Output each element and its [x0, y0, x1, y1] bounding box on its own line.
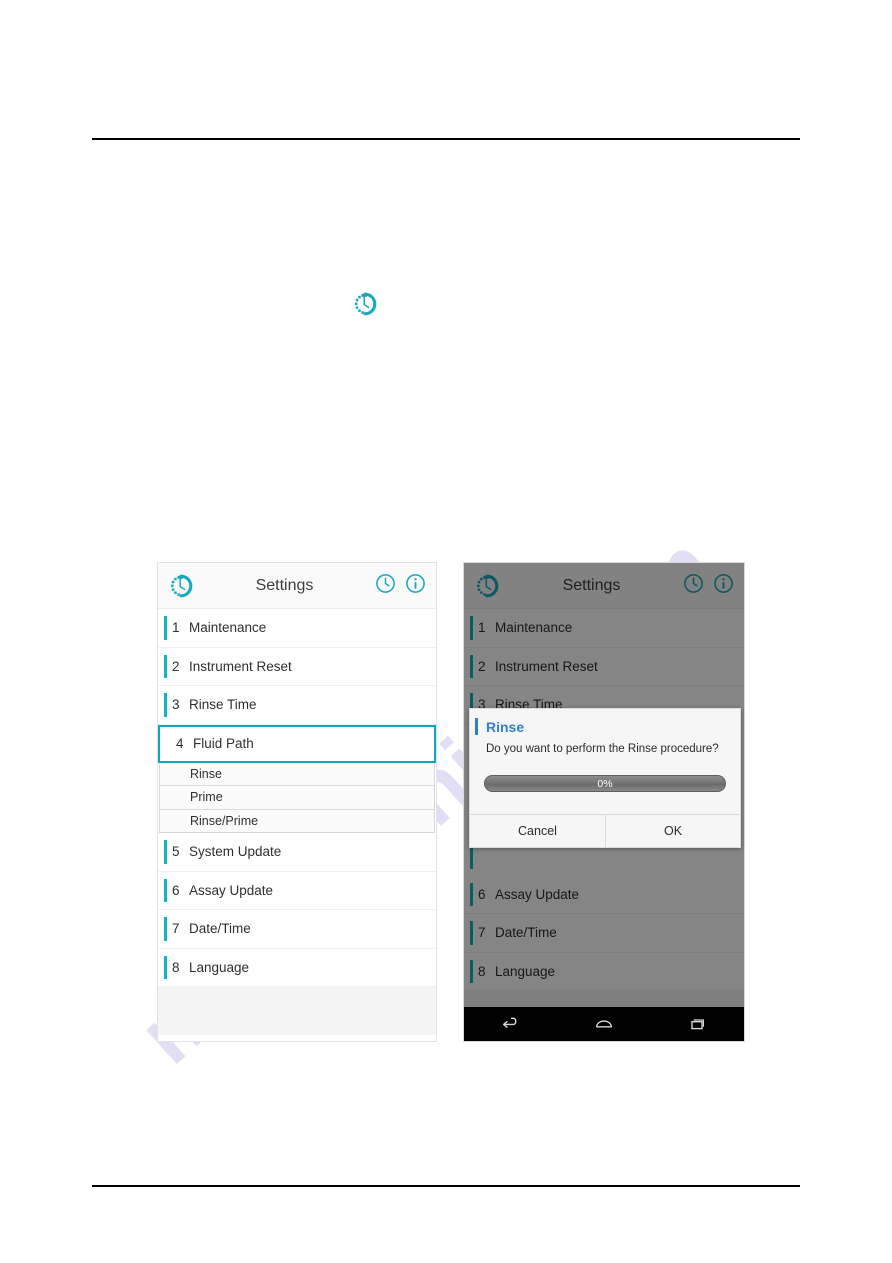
submenu-label: Prime: [190, 790, 223, 805]
left-settings-list: 1 Maintenance 2 Instrument Reset 3 Rinse…: [158, 609, 436, 1035]
item-label: Instrument Reset: [189, 658, 292, 674]
settings-item-language[interactable]: 8 Language: [158, 948, 436, 987]
clock-icon[interactable]: [375, 573, 396, 599]
settings-item-maintenance[interactable]: 1 Maintenance: [158, 609, 436, 648]
dialog-actions: Cancel OK: [470, 814, 740, 847]
item-number: 2: [172, 658, 180, 674]
page-title: Settings: [255, 576, 314, 594]
item-number: 7: [172, 921, 180, 937]
home-icon[interactable]: [584, 1011, 624, 1037]
progress-bar: 0%: [484, 775, 726, 792]
item-label: System Update: [189, 844, 282, 860]
item-label: Rinse Time: [189, 697, 257, 713]
recents-icon[interactable]: [677, 1011, 717, 1037]
submenu-item-prime[interactable]: Prime: [159, 786, 435, 810]
back-icon[interactable]: [491, 1011, 531, 1037]
submenu-label: Rinse: [190, 766, 222, 781]
item-number: 3: [172, 697, 180, 713]
item-label: Date/Time: [189, 921, 251, 937]
dialog-progress-wrap: 0%: [470, 761, 740, 814]
cancel-button[interactable]: Cancel: [470, 815, 605, 847]
left-screen: Settings 1 Maintenance 2 Instrument Rese…: [158, 563, 436, 1041]
item-number: 8: [172, 959, 180, 975]
settings-spinner-icon: [168, 573, 194, 599]
left-list-footer: [158, 987, 436, 1035]
ok-button[interactable]: OK: [605, 815, 740, 847]
device-screen-left: Settings 1 Maintenance 2 Instrument Rese…: [157, 562, 437, 1042]
item-number: 5: [172, 844, 180, 860]
rinse-dialog: Rinse Do you want to perform the Rinse p…: [469, 708, 741, 848]
settings-item-assay-update[interactable]: 6 Assay Update: [158, 871, 436, 910]
android-navbar: [464, 1007, 744, 1041]
item-number: 4: [176, 736, 184, 751]
progress-percent-label: 0%: [597, 777, 613, 790]
info-icon[interactable]: [405, 573, 426, 599]
watermark: manualshive.com: [0, 0, 892, 1263]
submenu-item-rinse-prime[interactable]: Rinse/Prime: [159, 809, 435, 833]
settings-item-instrument-reset[interactable]: 2 Instrument Reset: [158, 647, 436, 686]
page-rule-top: [92, 138, 800, 140]
settings-item-fluid-path[interactable]: 4 Fluid Path: [158, 724, 436, 763]
left-appbar: Settings: [158, 563, 436, 609]
item-label: Maintenance: [189, 620, 267, 636]
item-number: 1: [172, 620, 180, 636]
item-label: Language: [189, 959, 250, 975]
left-appbar-icons: [375, 573, 426, 599]
settings-item-system-update[interactable]: 5 System Update: [158, 833, 436, 872]
page-rule-bottom: [92, 1185, 800, 1187]
item-label: Assay Update: [189, 882, 274, 898]
device-screen-right: Settings 1 Maintenance 2 Instrument Rese…: [463, 562, 745, 1042]
submenu-item-rinse[interactable]: Rinse: [159, 762, 435, 786]
settings-item-rinse-time[interactable]: 3 Rinse Time: [158, 686, 436, 725]
settings-item-date-time[interactable]: 7 Date/Time: [158, 910, 436, 949]
submenu-label: Rinse/Prime: [190, 813, 259, 828]
settings-spinner-icon: [352, 291, 378, 317]
dialog-title: Rinse: [470, 709, 740, 741]
dialog-message: Do you want to perform the Rinse procedu…: [486, 743, 719, 755]
item-number: 6: [172, 882, 180, 898]
item-label: Fluid Path: [193, 736, 254, 751]
